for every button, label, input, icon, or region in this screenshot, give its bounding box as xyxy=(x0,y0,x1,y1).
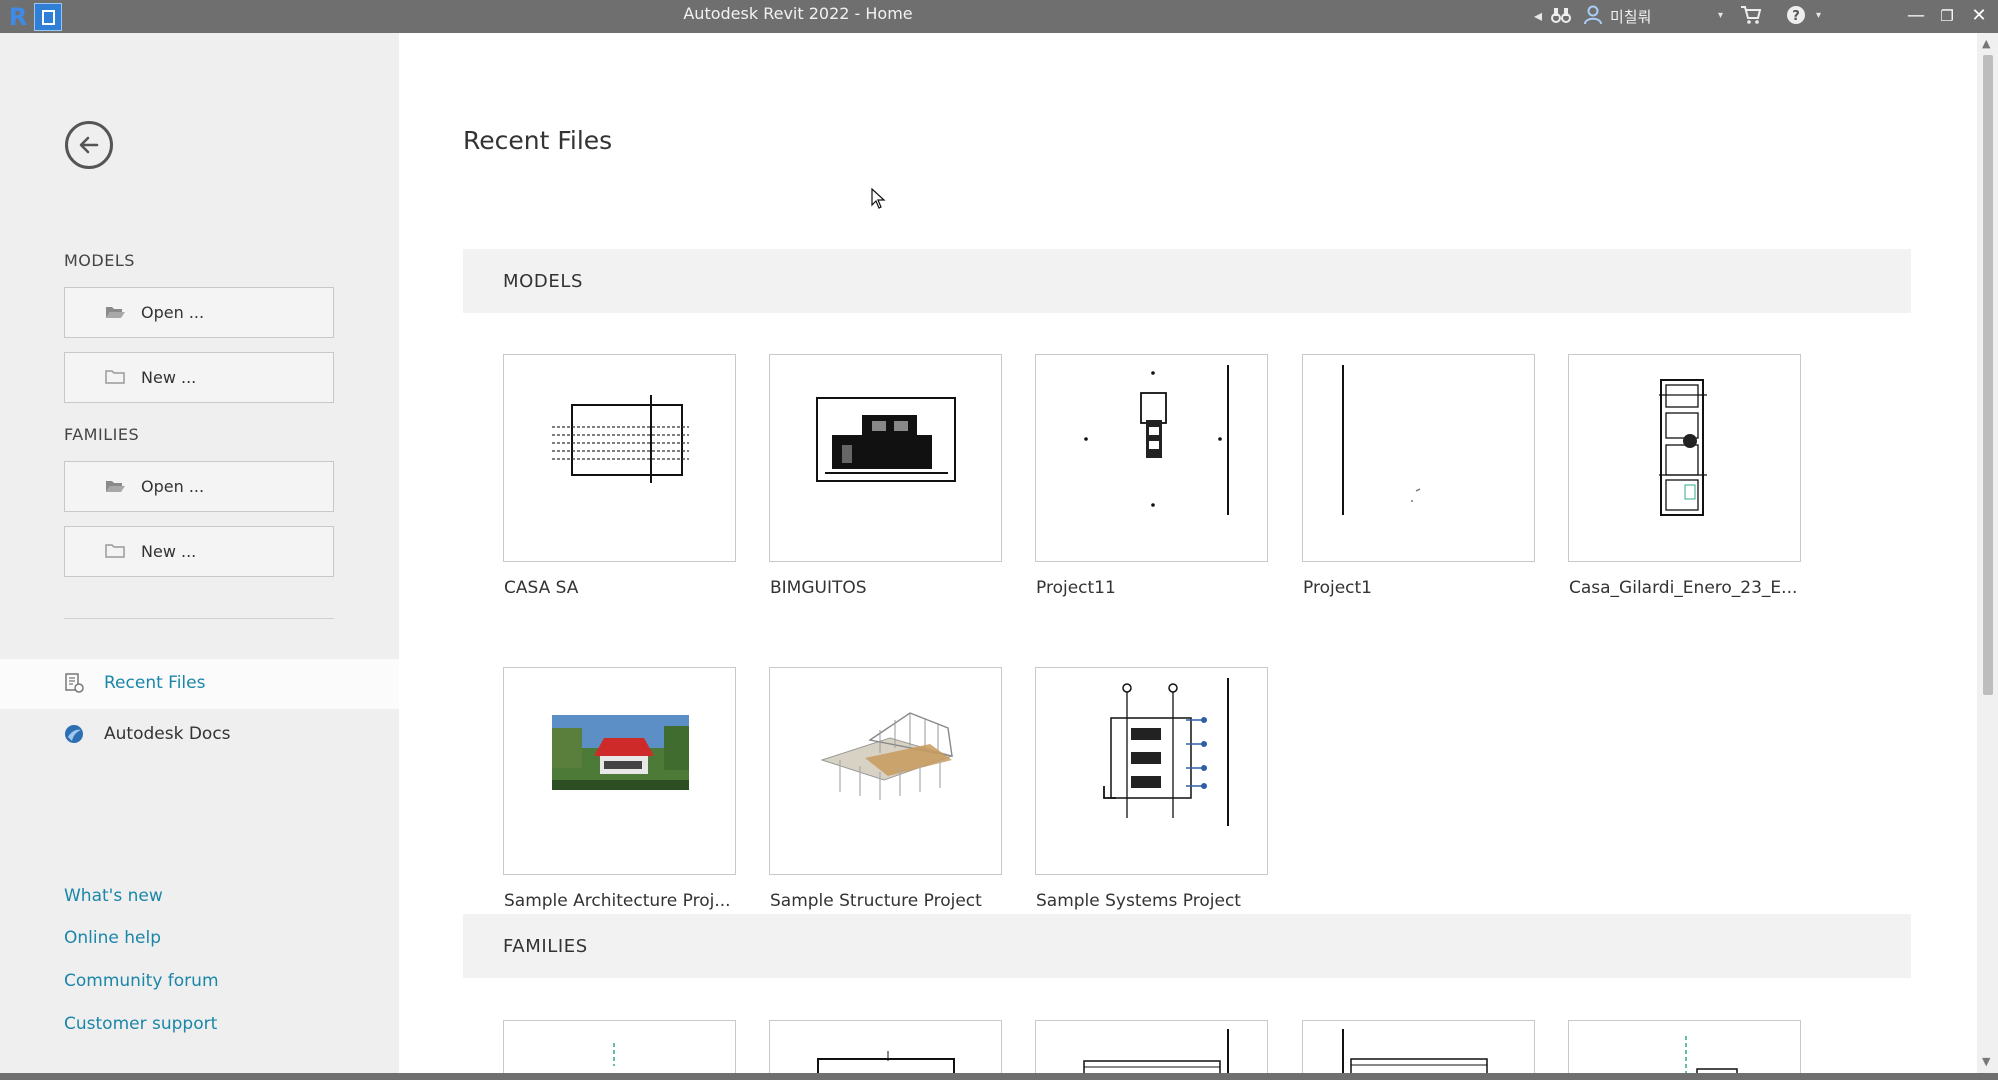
minimize-icon[interactable]: — xyxy=(1902,3,1930,29)
model-name[interactable]: Casa_Gilardi_Enero_23_E... xyxy=(1569,578,1797,598)
window-title: Autodesk Revit 2022 - Home xyxy=(683,4,913,23)
model-thumbnail[interactable] xyxy=(1035,667,1268,875)
family-thumbnail[interactable] xyxy=(503,1020,736,1080)
new-family-button[interactable]: New ... xyxy=(64,526,334,577)
binoculars-icon[interactable] xyxy=(1551,5,1571,27)
models-section-label: MODELS xyxy=(503,271,583,292)
family-thumbnail[interactable] xyxy=(769,1020,1002,1080)
model-name[interactable]: BIMGUITOS xyxy=(770,578,867,598)
family-thumbnail[interactable] xyxy=(1035,1020,1268,1080)
sidebar-item-autodesk-docs[interactable]: Autodesk Docs xyxy=(0,710,399,760)
sidebar-item-label: Autodesk Docs xyxy=(104,724,231,744)
scrollbar-thumb[interactable] xyxy=(1983,55,1993,695)
family-thumbnail[interactable] xyxy=(1568,1020,1801,1080)
model-name[interactable]: Sample Architecture Proj... xyxy=(504,891,731,911)
scroll-down-icon[interactable]: ▼ xyxy=(1982,1055,1990,1068)
user-icon[interactable] xyxy=(1583,5,1603,27)
restore-icon[interactable]: ❐ xyxy=(1933,3,1961,29)
model-name[interactable]: Project1 xyxy=(1303,578,1372,598)
help-icon[interactable]: ? xyxy=(1786,5,1806,27)
scroll-up-icon[interactable]: ▲ xyxy=(1982,37,1990,50)
vertical-scrollbar[interactable]: ▲ ▼ xyxy=(1977,33,1998,1073)
page-title: Recent Files xyxy=(463,126,613,155)
new-model-label: New ... xyxy=(141,368,197,387)
model-name[interactable]: Sample Structure Project xyxy=(770,891,982,911)
customer-support-link[interactable]: Customer support xyxy=(64,1014,217,1034)
title-bar: R Autodesk Revit 2022 - Home ◂ 미칠뤄 ▾ ? ▾… xyxy=(0,0,1998,33)
model-thumbnail[interactable] xyxy=(503,354,736,562)
folder-icon xyxy=(105,544,125,558)
sidebar-item-label: Recent Files xyxy=(104,673,206,693)
close-icon[interactable]: ✕ xyxy=(1965,3,1993,29)
bottom-bar xyxy=(0,1073,1998,1080)
new-model-button[interactable]: New ... xyxy=(64,352,334,403)
open-family-label: Open ... xyxy=(141,477,205,496)
whats-new-link[interactable]: What's new xyxy=(64,886,163,906)
open-model-button[interactable]: Open ... xyxy=(64,287,334,338)
open-model-label: Open ... xyxy=(141,303,205,322)
main-content: Recent Files MODELS CASA SA BIMGUITOS Pr… xyxy=(399,33,1977,1080)
svg-text:?: ? xyxy=(1792,9,1800,24)
model-thumbnail[interactable] xyxy=(769,667,1002,875)
model-thumbnail[interactable] xyxy=(769,354,1002,562)
model-thumbnail[interactable] xyxy=(503,667,736,875)
user-name[interactable]: 미칠뤄 xyxy=(1610,6,1651,27)
help-dropdown-icon[interactable]: ▾ xyxy=(1816,5,1821,27)
families-section-header: FAMILIES xyxy=(463,914,1911,978)
model-name[interactable]: CASA SA xyxy=(504,578,578,598)
family-thumbnail[interactable] xyxy=(1302,1020,1535,1080)
folder-icon xyxy=(105,370,125,384)
families-heading: FAMILIES xyxy=(64,425,140,444)
new-family-label: New ... xyxy=(141,542,197,561)
folder-open-icon xyxy=(106,481,125,492)
online-help-link[interactable]: Online help xyxy=(64,928,161,948)
sidebar-divider xyxy=(64,618,334,619)
model-name[interactable]: Sample Systems Project xyxy=(1036,891,1241,911)
community-forum-link[interactable]: Community forum xyxy=(64,971,219,991)
cart-icon[interactable] xyxy=(1740,5,1762,27)
folder-open-icon xyxy=(106,307,125,318)
mouse-cursor-icon xyxy=(871,188,886,209)
back-arrow-icon[interactable] xyxy=(65,121,113,169)
recent-files-icon xyxy=(65,673,84,693)
families-section-label: FAMILIES xyxy=(503,936,588,957)
open-family-button[interactable]: Open ... xyxy=(64,461,334,512)
expand-left-icon[interactable]: ◂ xyxy=(1534,5,1542,27)
sidebar: MODELS Open ... New ... FAMILIES Open ..… xyxy=(0,33,399,1073)
model-thumbnail[interactable] xyxy=(1568,354,1801,562)
model-name[interactable]: Project11 xyxy=(1036,578,1116,598)
autodesk-docs-icon xyxy=(65,725,83,743)
model-thumbnail[interactable] xyxy=(1035,354,1268,562)
sidebar-item-recent-files[interactable]: Recent Files xyxy=(0,659,399,709)
models-section-header: MODELS xyxy=(463,249,1911,313)
models-heading: MODELS xyxy=(64,251,135,270)
user-dropdown-icon[interactable]: ▾ xyxy=(1718,5,1723,27)
model-thumbnail[interactable] xyxy=(1302,354,1535,562)
